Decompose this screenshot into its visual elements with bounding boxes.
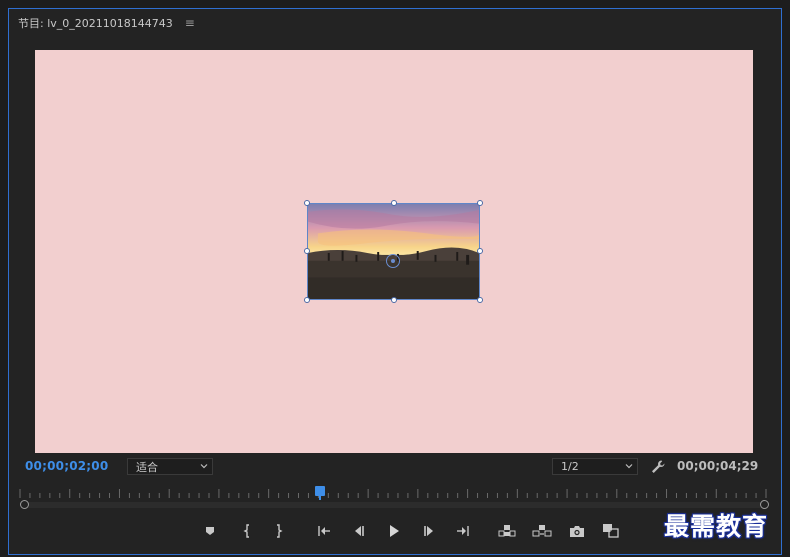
mark-out-icon (277, 524, 283, 538)
transform-handle-top-left[interactable] (304, 200, 310, 206)
transform-handle-top-right[interactable] (477, 200, 483, 206)
go-to-out-button[interactable] (452, 520, 474, 542)
chevron-down-icon (625, 464, 633, 469)
hamburger-menu-icon[interactable]: ≡ (185, 16, 195, 30)
time-ruler[interactable] (18, 486, 769, 512)
program-viewer[interactable] (35, 50, 753, 453)
play-button[interactable] (383, 520, 405, 542)
zoom-level-value: 适合 (136, 460, 158, 474)
monitor-controls: 00;00;02;00 适合 1/2 00;00;04;29 (0, 456, 790, 478)
lift-icon (498, 525, 516, 537)
compare-view-button[interactable] (600, 520, 622, 542)
compare-icon (603, 524, 619, 538)
go-to-out-icon (457, 526, 469, 536)
camera-icon (570, 525, 584, 537)
mark-in-icon (243, 524, 249, 538)
zoom-scroll-bar[interactable] (24, 502, 764, 508)
add-marker-button[interactable] (199, 520, 221, 542)
anchor-point-icon[interactable] (386, 254, 400, 268)
step-forward-button[interactable] (418, 520, 440, 542)
playback-resolution-dropdown[interactable]: 1/2 (552, 458, 638, 475)
current-timecode[interactable]: 00;00;02;00 (25, 459, 108, 473)
transform-handle-bottom-right[interactable] (477, 297, 483, 303)
extract-icon (532, 525, 552, 537)
panel-title[interactable]: 节目: lv_0_20211018144743 (18, 15, 173, 31)
panel-header: 节目: lv_0_20211018144743 ≡ (18, 14, 195, 32)
extract-button[interactable] (531, 520, 553, 542)
play-icon (390, 525, 399, 537)
export-frame-button[interactable] (566, 520, 588, 542)
playhead-marker[interactable] (315, 486, 325, 500)
chevron-down-icon (200, 464, 208, 469)
step-back-icon (355, 526, 364, 536)
duration-timecode: 00;00;04;29 (677, 459, 759, 473)
zoom-scroll-left-handle[interactable] (20, 500, 29, 509)
transform-handle-middle-right[interactable] (477, 248, 483, 254)
step-back-button[interactable] (348, 520, 370, 542)
go-to-in-button[interactable] (313, 520, 335, 542)
go-to-in-icon (318, 526, 330, 536)
ruler-ticks (19, 489, 767, 498)
transform-handle-middle-left[interactable] (304, 248, 310, 254)
mark-out-button[interactable] (268, 520, 290, 542)
wrench-icon[interactable] (650, 459, 666, 475)
lift-button[interactable] (496, 520, 518, 542)
mark-in-button[interactable] (236, 520, 258, 542)
transform-handle-top-center[interactable] (391, 200, 397, 206)
transform-handle-bottom-left[interactable] (304, 297, 310, 303)
watermark-logo: 最需教育 (664, 512, 769, 541)
zoom-level-dropdown[interactable]: 适合 (127, 458, 213, 475)
video-clip-preview[interactable] (307, 203, 480, 300)
marker-icon (206, 527, 214, 535)
transform-handle-bottom-center[interactable] (391, 297, 397, 303)
playback-resolution-value: 1/2 (561, 460, 579, 473)
step-forward-icon (424, 526, 433, 536)
sunset-beach-photo (308, 204, 479, 299)
